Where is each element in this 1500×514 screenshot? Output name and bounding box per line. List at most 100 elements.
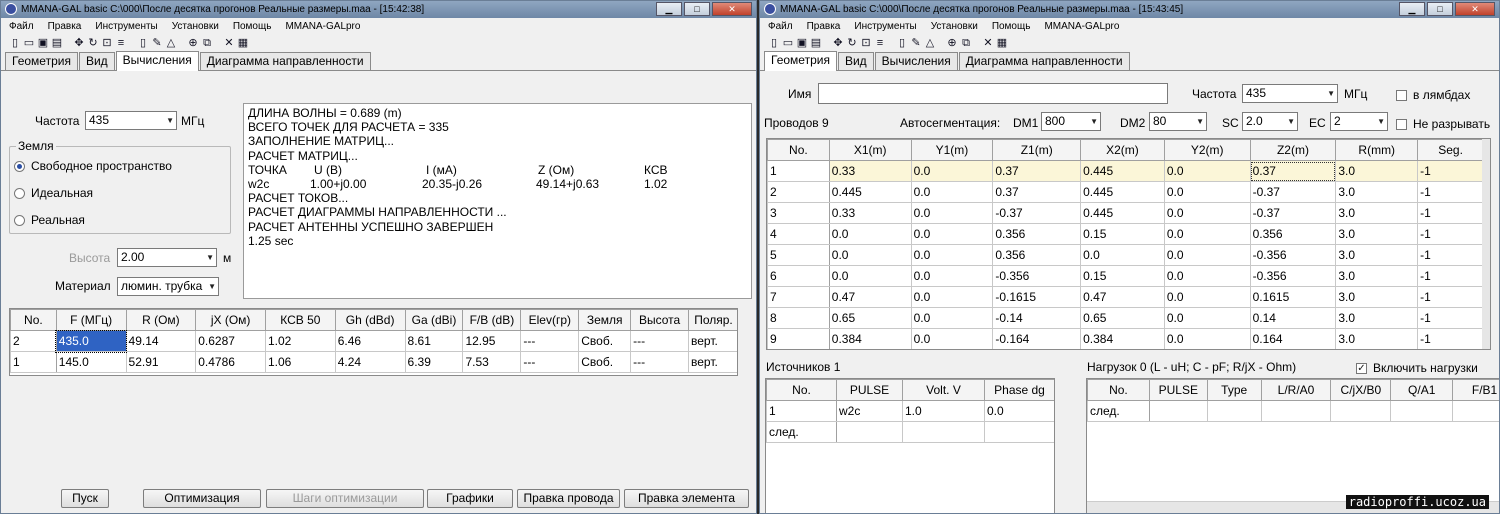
tab-calculation[interactable]: Вычисления	[115, 51, 199, 71]
table-cell[interactable]: -1	[1417, 160, 1484, 182]
new-file-icon[interactable]: ▯	[9, 37, 21, 49]
table-cell[interactable]: 0.47	[1080, 286, 1165, 308]
dm1-combo[interactable]: 800 ▼	[1041, 112, 1101, 131]
table-cell[interactable]: 3.0	[1335, 223, 1419, 245]
table-cell[interactable]: 5	[767, 244, 830, 266]
table-row[interactable]: 9 0.384 0.0 -0.164 0.384 0.0 0.164 3.0 -1	[767, 328, 1484, 349]
column-header[interactable]: L/R/A0	[1260, 379, 1332, 401]
save-as-icon[interactable]: ▤	[51, 37, 63, 49]
table-cell[interactable]: 3.0	[1335, 307, 1419, 329]
table-cell[interactable]: 49.14	[125, 330, 197, 352]
column-header[interactable]: X2(m)	[1080, 139, 1165, 161]
column-header[interactable]: Ga (dBi)	[404, 309, 464, 331]
table-cell[interactable]: 6	[767, 265, 830, 287]
maximize-button[interactable]: □	[1427, 2, 1453, 16]
table-cell[interactable]: 0.0	[910, 202, 994, 224]
column-header[interactable]: Type	[1206, 379, 1262, 401]
column-header[interactable]: No.	[767, 139, 830, 161]
table-row[interactable]: 3 0.33 0.0 -0.37 0.445 0.0 -0.37 3.0 -1	[767, 202, 1484, 224]
table-cell[interactable]: 7.53	[462, 351, 522, 373]
ground-free-space-radio[interactable]: Свободное пространство	[14, 159, 172, 173]
doc-icon[interactable]: ▯	[896, 37, 908, 49]
table-cell[interactable]: -0.1615	[992, 286, 1082, 308]
table-cell[interactable]	[836, 421, 903, 443]
table-cell[interactable]: 3.0	[1335, 244, 1419, 266]
new-file-icon[interactable]: ▯	[768, 37, 780, 49]
table-cell[interactable]: 0.0	[828, 244, 912, 266]
edit-icon[interactable]: ✎	[151, 37, 163, 49]
table-cell[interactable]: 1.06	[264, 351, 336, 373]
frequency-combo[interactable]: 435 ▼	[85, 111, 177, 130]
move-icon[interactable]: ✥	[832, 37, 844, 49]
table-cell[interactable]: 0.65	[828, 307, 912, 329]
table-cell[interactable]	[1330, 400, 1392, 422]
table-cell[interactable]: 6.39	[404, 351, 464, 373]
menu-settings[interactable]: Установки	[931, 18, 978, 35]
table-cell[interactable]: 0.0	[1163, 244, 1251, 266]
table-cell[interactable]: 1	[10, 351, 57, 373]
column-header[interactable]: Volt. V	[902, 379, 985, 401]
table-cell[interactable]: -1	[1417, 265, 1484, 287]
table-cell[interactable]: верт.	[688, 351, 737, 373]
doc-icon[interactable]: ▯	[137, 37, 149, 49]
table-cell[interactable]: 3.0	[1335, 286, 1419, 308]
table-row[interactable]: 4 0.0 0.0 0.356 0.15 0.0 0.356 3.0 -1	[767, 223, 1484, 245]
table-cell[interactable]: -0.356	[1249, 244, 1337, 266]
table-cell[interactable]: 0.0	[1163, 328, 1251, 349]
column-header[interactable]: Y1(m)	[910, 139, 994, 161]
table-cell[interactable]: 0.0	[1163, 286, 1251, 308]
stretch-icon[interactable]: ⊡	[860, 37, 872, 49]
table-cell[interactable]: 7	[767, 286, 830, 308]
table-cell[interactable]: 9	[767, 328, 830, 349]
table-cell[interactable]: 0.6287	[195, 330, 266, 352]
menu-file[interactable]: Файл	[768, 18, 793, 35]
target-icon[interactable]: ⊕	[946, 37, 958, 49]
table-cell[interactable]: 0.356	[1249, 223, 1337, 245]
table-row[interactable]: 8 0.65 0.0 -0.14 0.65 0.0 0.14 3.0 -1	[767, 307, 1484, 329]
save-icon[interactable]: ▣	[37, 37, 49, 49]
table-cell[interactable]: 3.0	[1335, 328, 1419, 349]
table-cell[interactable]: 3.0	[1335, 265, 1419, 287]
table-cell[interactable]: 1	[767, 160, 830, 182]
height-combo[interactable]: 2.00 ▼	[117, 248, 217, 267]
maximize-button[interactable]: □	[684, 2, 710, 16]
minimize-button[interactable]: ▁	[1399, 2, 1425, 16]
table-cell[interactable]: Своб.	[578, 330, 632, 352]
minimize-button[interactable]: ▁	[656, 2, 682, 16]
ground-real-radio[interactable]: Реальная	[14, 213, 85, 227]
table-cell[interactable]: 0.445	[828, 181, 912, 203]
table-cell[interactable]: -1	[1417, 328, 1484, 349]
column-header[interactable]: jX (Ом)	[195, 309, 266, 331]
calculator-icon[interactable]: ▦	[996, 37, 1008, 49]
table-row[interactable]: 1 145.0 52.91 0.4786 1.06 4.24 6.39 7.53 --- Своб…	[10, 351, 737, 373]
table-row[interactable]: 5 0.0 0.0 0.356 0.0 0.0 -0.356 3.0 -1	[767, 244, 1484, 266]
table-cell[interactable]: 0.4786	[195, 351, 266, 373]
column-header[interactable]: C/jX/B0	[1330, 379, 1392, 401]
table-cell[interactable]: 0.445	[1080, 160, 1165, 182]
column-header[interactable]: F/B1	[1452, 379, 1499, 401]
table-cell[interactable]: 3.0	[1335, 181, 1419, 203]
table-cell[interactable]: 0.0	[828, 223, 912, 245]
table-cell[interactable]: 0.0	[984, 400, 1054, 422]
table-cell[interactable]: 0.33	[828, 160, 912, 182]
table-row[interactable]: след.	[766, 421, 1054, 443]
table-cell[interactable]: 8.61	[404, 330, 464, 352]
table-cell[interactable]: 0.65	[1080, 307, 1165, 329]
table-cell[interactable]: -1	[1417, 286, 1484, 308]
table-row[interactable]: 1 w2c 1.0 0.0	[766, 400, 1054, 422]
graphs-button[interactable]: Графики	[427, 489, 513, 508]
table-cell[interactable]: 145.0	[55, 351, 127, 373]
column-header[interactable]: Elev(гр)	[520, 309, 580, 331]
table-row[interactable]: 2 435.0 49.14 0.6287 1.02 6.46 8.61 12.95 --- Сво…	[10, 329, 737, 353]
tools-icon[interactable]: ✕	[982, 37, 994, 49]
start-button[interactable]: Пуск	[61, 489, 109, 508]
table-cell[interactable]: 0.0	[1080, 244, 1165, 266]
table-cell[interactable]: 0.0	[1163, 181, 1251, 203]
table-cell[interactable]: 2	[767, 181, 830, 203]
table-cell[interactable]	[902, 421, 985, 443]
table-row[interactable]: 7 0.47 0.0 -0.1615 0.47 0.0 0.1615 3.0 -1	[767, 286, 1484, 308]
right-title-bar[interactable]: MMANA-GAL basic C:\000\После десятка про…	[760, 1, 1499, 18]
column-header[interactable]: PULSE	[836, 379, 903, 401]
menu-tools[interactable]: Инструменты	[854, 18, 916, 35]
table-row[interactable]: 1 0.33 0.0 0.37 0.445 0.0 0.37 3.0 -1	[767, 160, 1484, 182]
